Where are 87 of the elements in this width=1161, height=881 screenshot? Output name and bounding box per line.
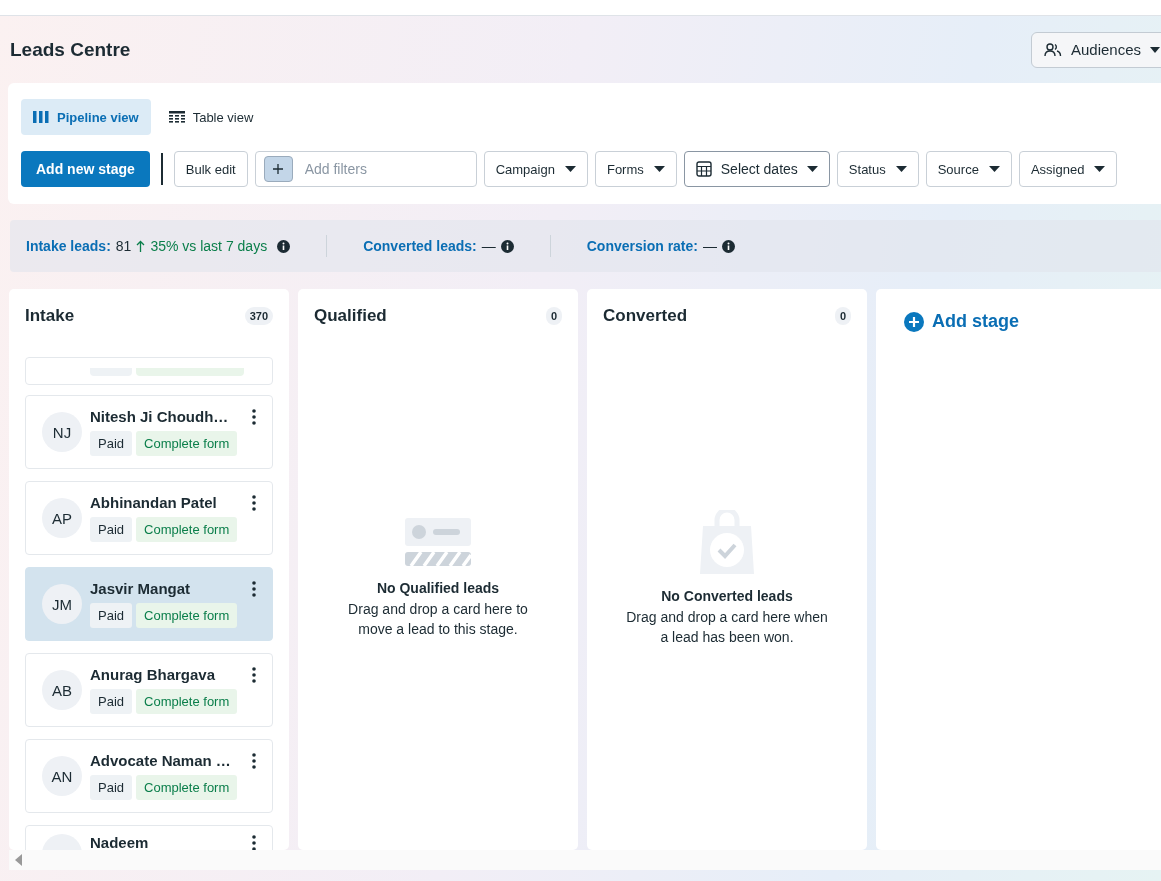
shopping-bag-icon	[700, 510, 754, 574]
filter-dropdown[interactable]: Assigned	[1018, 151, 1118, 187]
view-tab[interactable]: Table view	[156, 99, 266, 135]
columns-icon	[33, 111, 49, 123]
lead-name: Anurag Bhargava	[90, 666, 216, 683]
filter-dropdown[interactable]: Source	[925, 151, 1012, 187]
info-icon[interactable]	[500, 239, 514, 253]
lead-name: Abhinandan Patel	[90, 494, 217, 511]
people-icon	[1043, 42, 1062, 57]
more-icon[interactable]	[252, 494, 256, 511]
more-icon[interactable]	[252, 580, 256, 597]
stat-change: 35% vs last 7 days	[150, 238, 268, 254]
stat-label: Conversion rate:	[586, 238, 698, 254]
info-icon[interactable]	[277, 239, 291, 253]
avatar: JM	[42, 584, 82, 624]
stat-value: —	[703, 238, 717, 254]
tag: Paid	[90, 603, 133, 628]
stat-label: Converted leads:	[363, 238, 477, 254]
plus-icon	[273, 164, 284, 174]
tag: Complete form	[136, 689, 238, 714]
filter-field[interactable]: Add filters	[254, 151, 477, 187]
up-arrow-icon	[136, 240, 146, 252]
avatar: AB	[42, 670, 82, 710]
more-icon[interactable]	[252, 834, 256, 850]
lead-name: Nitesh Ji Choudh…	[90, 408, 229, 425]
bulk-edit-button[interactable]: Bulk edit	[173, 151, 248, 187]
caret-icon	[653, 166, 665, 172]
add-stage-button[interactable]: Add stage	[904, 311, 1019, 332]
info-icon[interactable]	[722, 239, 735, 253]
avatar: NJ	[42, 412, 82, 452]
stat-value: —	[481, 238, 496, 254]
caret-icon	[806, 166, 818, 172]
count-badge: 0	[834, 307, 851, 325]
add-new-stage-button[interactable]: Add new stage	[21, 151, 150, 187]
lead-name: Jasvir Mangat	[90, 580, 191, 597]
add-filter-button[interactable]	[263, 156, 293, 182]
caret-icon	[1150, 46, 1160, 53]
lead-card[interactable]: JM Jasvir Mangat Paid Complete form	[25, 567, 273, 641]
calendar-icon	[695, 161, 712, 177]
empty-state-text: Drag and drop a card here when a lead has been won.	[625, 608, 829, 647]
filter-dropdown[interactable]: Select dates	[683, 151, 830, 187]
caret-icon	[988, 166, 1000, 172]
lead-card[interactable]: AB Anurag Bhargava Paid Complete form	[25, 653, 273, 727]
lead-name: Advocate Naman …	[90, 752, 231, 769]
caret-icon	[564, 166, 576, 172]
audiences-button[interactable]: Audiences	[1030, 31, 1161, 68]
filter-dropdown[interactable]: Status	[836, 151, 919, 187]
horizontal-scrollbar[interactable]	[9, 850, 1161, 870]
filter-dropdown[interactable]: Campaign	[483, 151, 588, 187]
tag: Paid	[90, 775, 133, 800]
view-tab[interactable]: Pipeline view	[21, 99, 151, 135]
tag: Paid	[90, 431, 133, 456]
caret-icon	[1094, 166, 1106, 172]
count-badge: 0	[545, 307, 562, 325]
lead-card[interactable]: Nadeem	[25, 825, 273, 850]
empty-state-title: No Qualified leads	[376, 580, 500, 596]
stat-value: 81	[115, 238, 132, 254]
tag: Complete form	[136, 775, 238, 800]
caret-icon	[895, 166, 907, 172]
plus-circle-icon	[904, 311, 924, 332]
tag: Complete form	[136, 603, 238, 628]
stat-label: Intake leads:	[26, 238, 111, 254]
more-icon[interactable]	[252, 408, 256, 425]
page-title: Leads Centre	[10, 38, 131, 61]
lead-name: Nadeem	[90, 834, 149, 850]
filter-input[interactable]: Add filters	[302, 160, 457, 178]
empty-state-text: Drag and drop a card here to move a lead to this stage.	[347, 600, 529, 639]
filter-dropdown[interactable]: Forms	[594, 151, 677, 187]
empty-state-title: No Converted leads	[661, 588, 793, 604]
avatar: AN	[42, 756, 82, 796]
lead-card[interactable]: AN Advocate Naman … Paid Complete form	[25, 739, 273, 813]
stage-title: Intake	[25, 306, 75, 326]
more-icon[interactable]	[252, 752, 256, 769]
stage-title: Converted	[603, 306, 688, 326]
avatar: AP	[42, 498, 82, 538]
tag: Paid	[90, 689, 133, 714]
tag: Complete form	[136, 517, 238, 542]
lead-card[interactable]: AP Abhinandan Patel Paid Complete form	[25, 481, 273, 555]
stage-title: Qualified	[314, 306, 387, 326]
table-icon	[168, 111, 185, 123]
lead-card[interactable]: NJ Nitesh Ji Choudh… Paid Complete form	[25, 395, 273, 469]
count-badge: 370	[244, 307, 273, 325]
card-illustration-icon	[405, 518, 471, 566]
tag: Complete form	[136, 431, 238, 456]
scroll-left-icon[interactable]	[15, 854, 22, 866]
tag: Paid	[90, 517, 133, 542]
more-icon[interactable]	[252, 666, 256, 683]
